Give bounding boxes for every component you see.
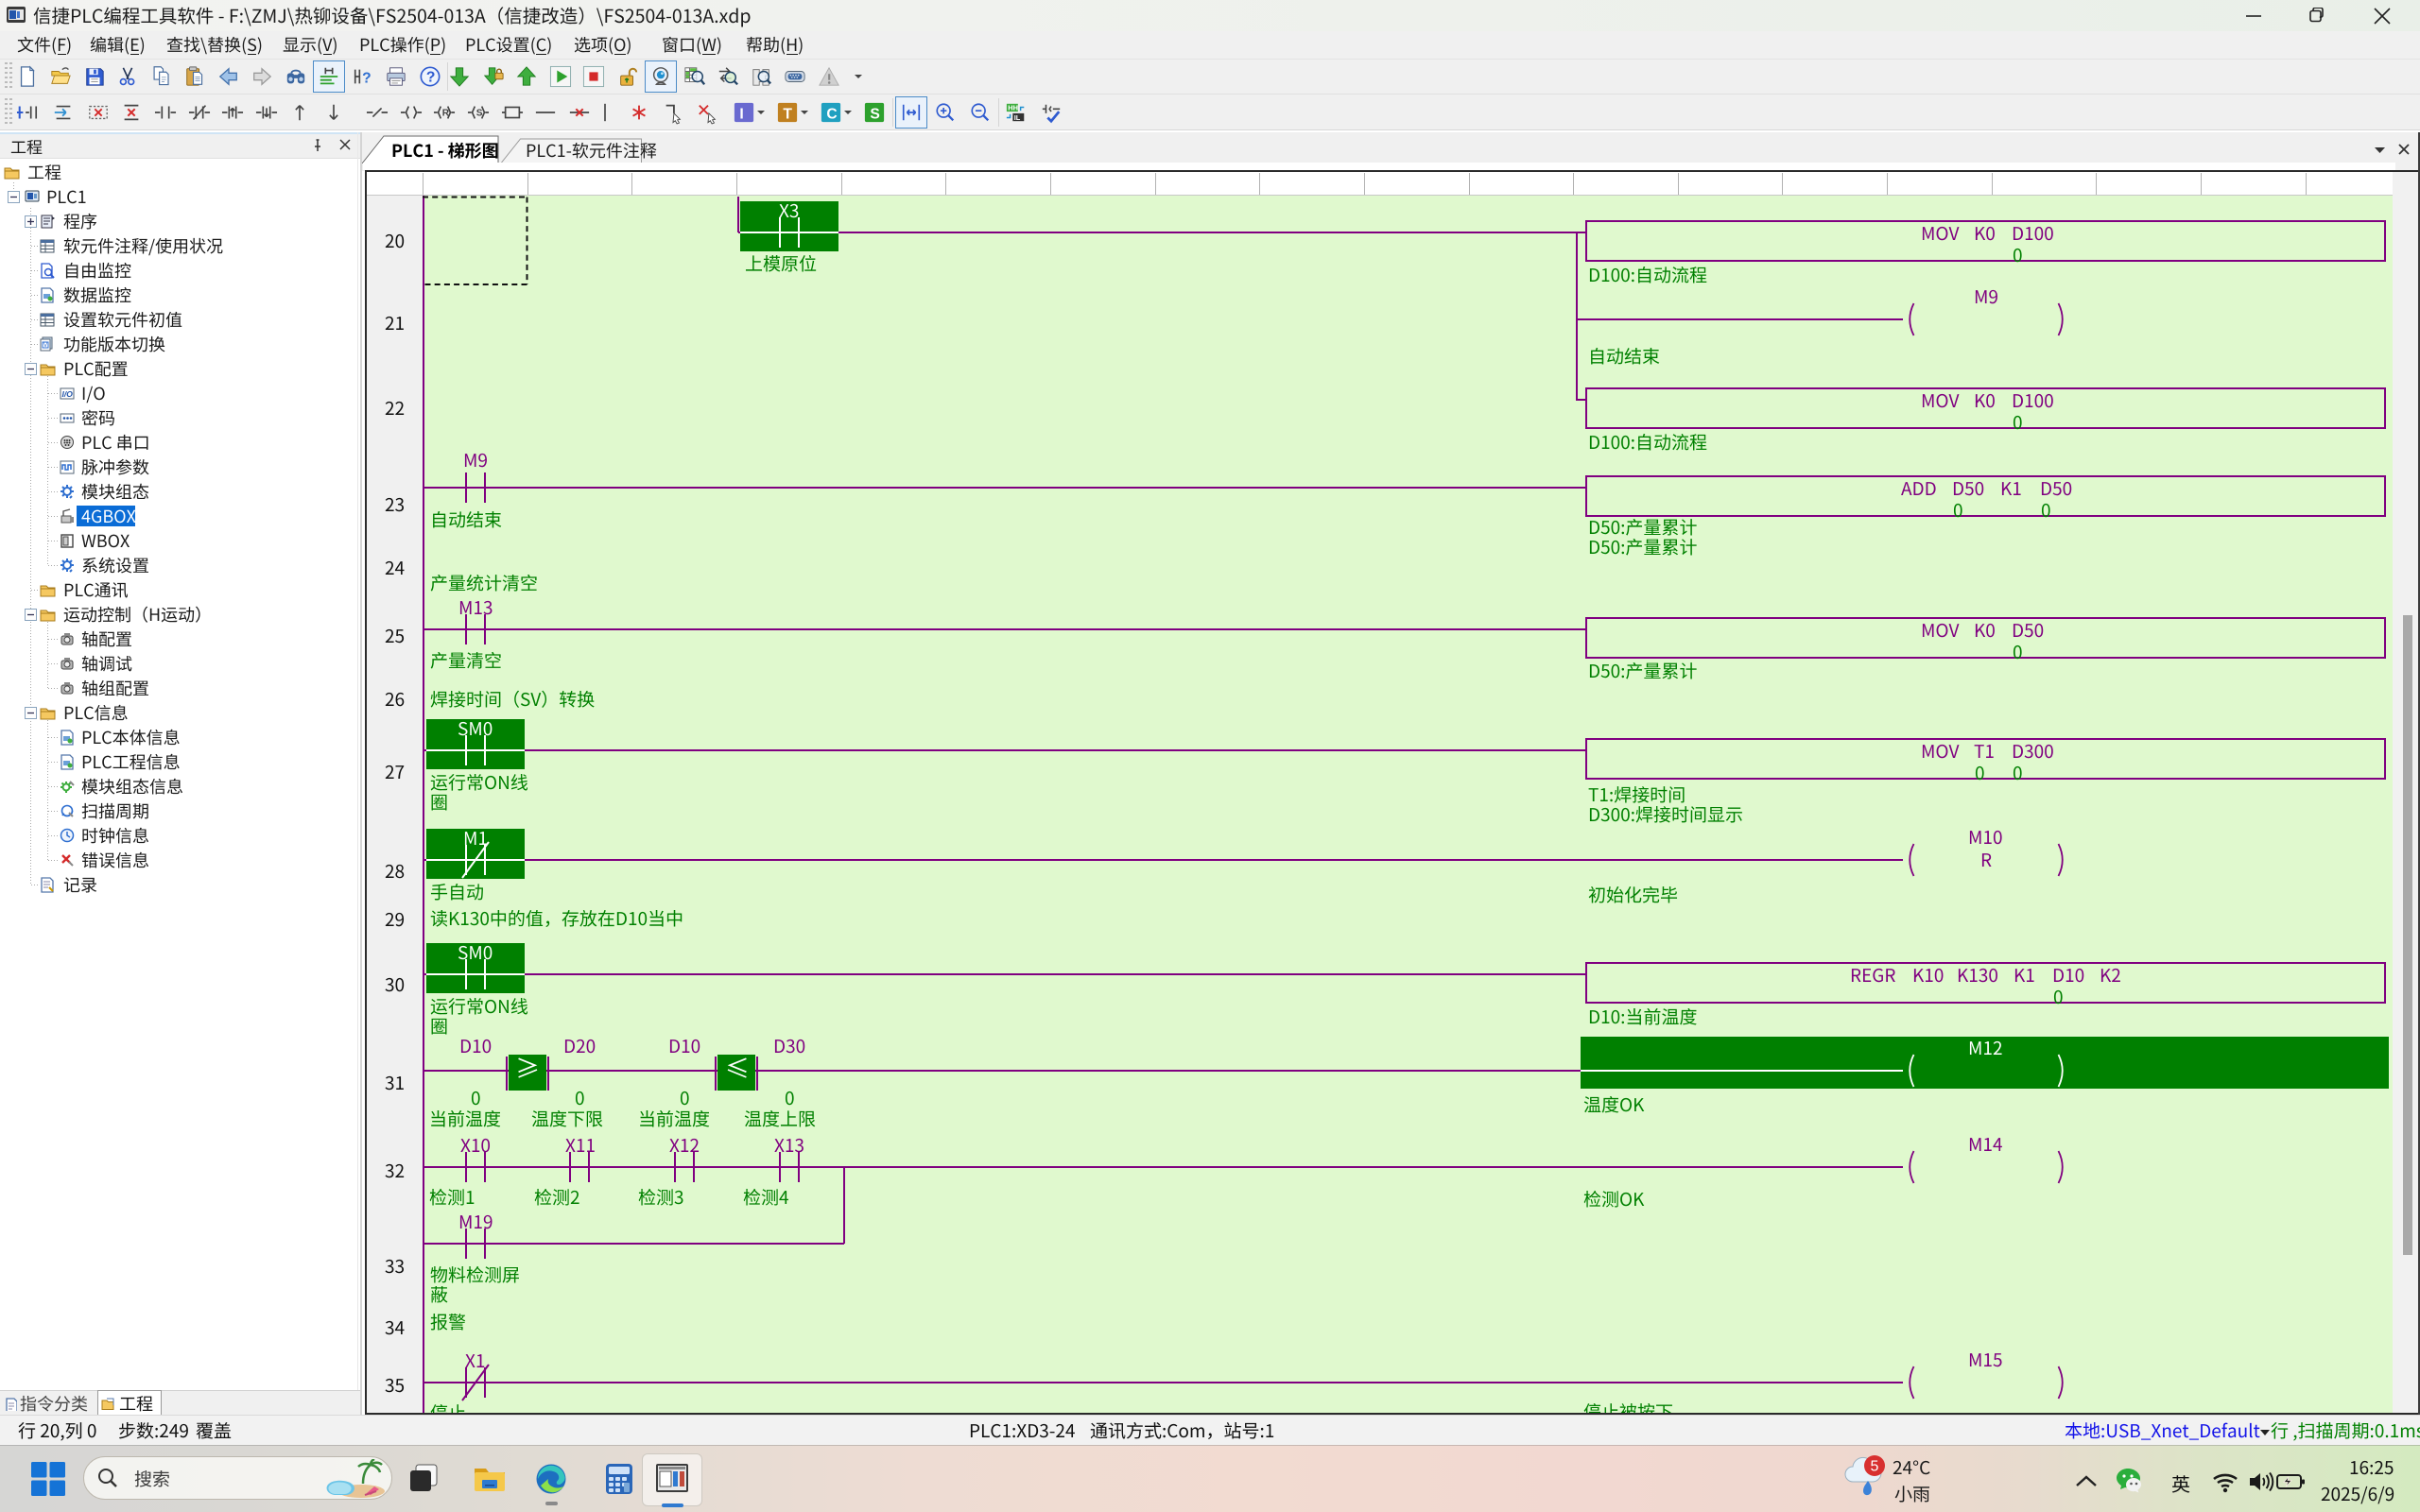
svg-text:?: ? bbox=[425, 70, 435, 86]
svg-text:IL: IL bbox=[1014, 113, 1021, 122]
svg-text:C: C bbox=[826, 106, 837, 122]
svg-text:R: R bbox=[442, 109, 450, 119]
svg-text:S: S bbox=[870, 106, 879, 122]
svg-text:?: ? bbox=[362, 70, 372, 86]
svg-text:V: V bbox=[43, 343, 47, 349]
svg-text:I/O: I/O bbox=[62, 389, 74, 399]
svg-text:5: 5 bbox=[1871, 1459, 1879, 1475]
svg-text:HH: HH bbox=[1008, 104, 1018, 112]
svg-text:T: T bbox=[783, 106, 792, 122]
svg-text:I: I bbox=[739, 106, 743, 122]
svg-text:S: S bbox=[476, 109, 483, 119]
